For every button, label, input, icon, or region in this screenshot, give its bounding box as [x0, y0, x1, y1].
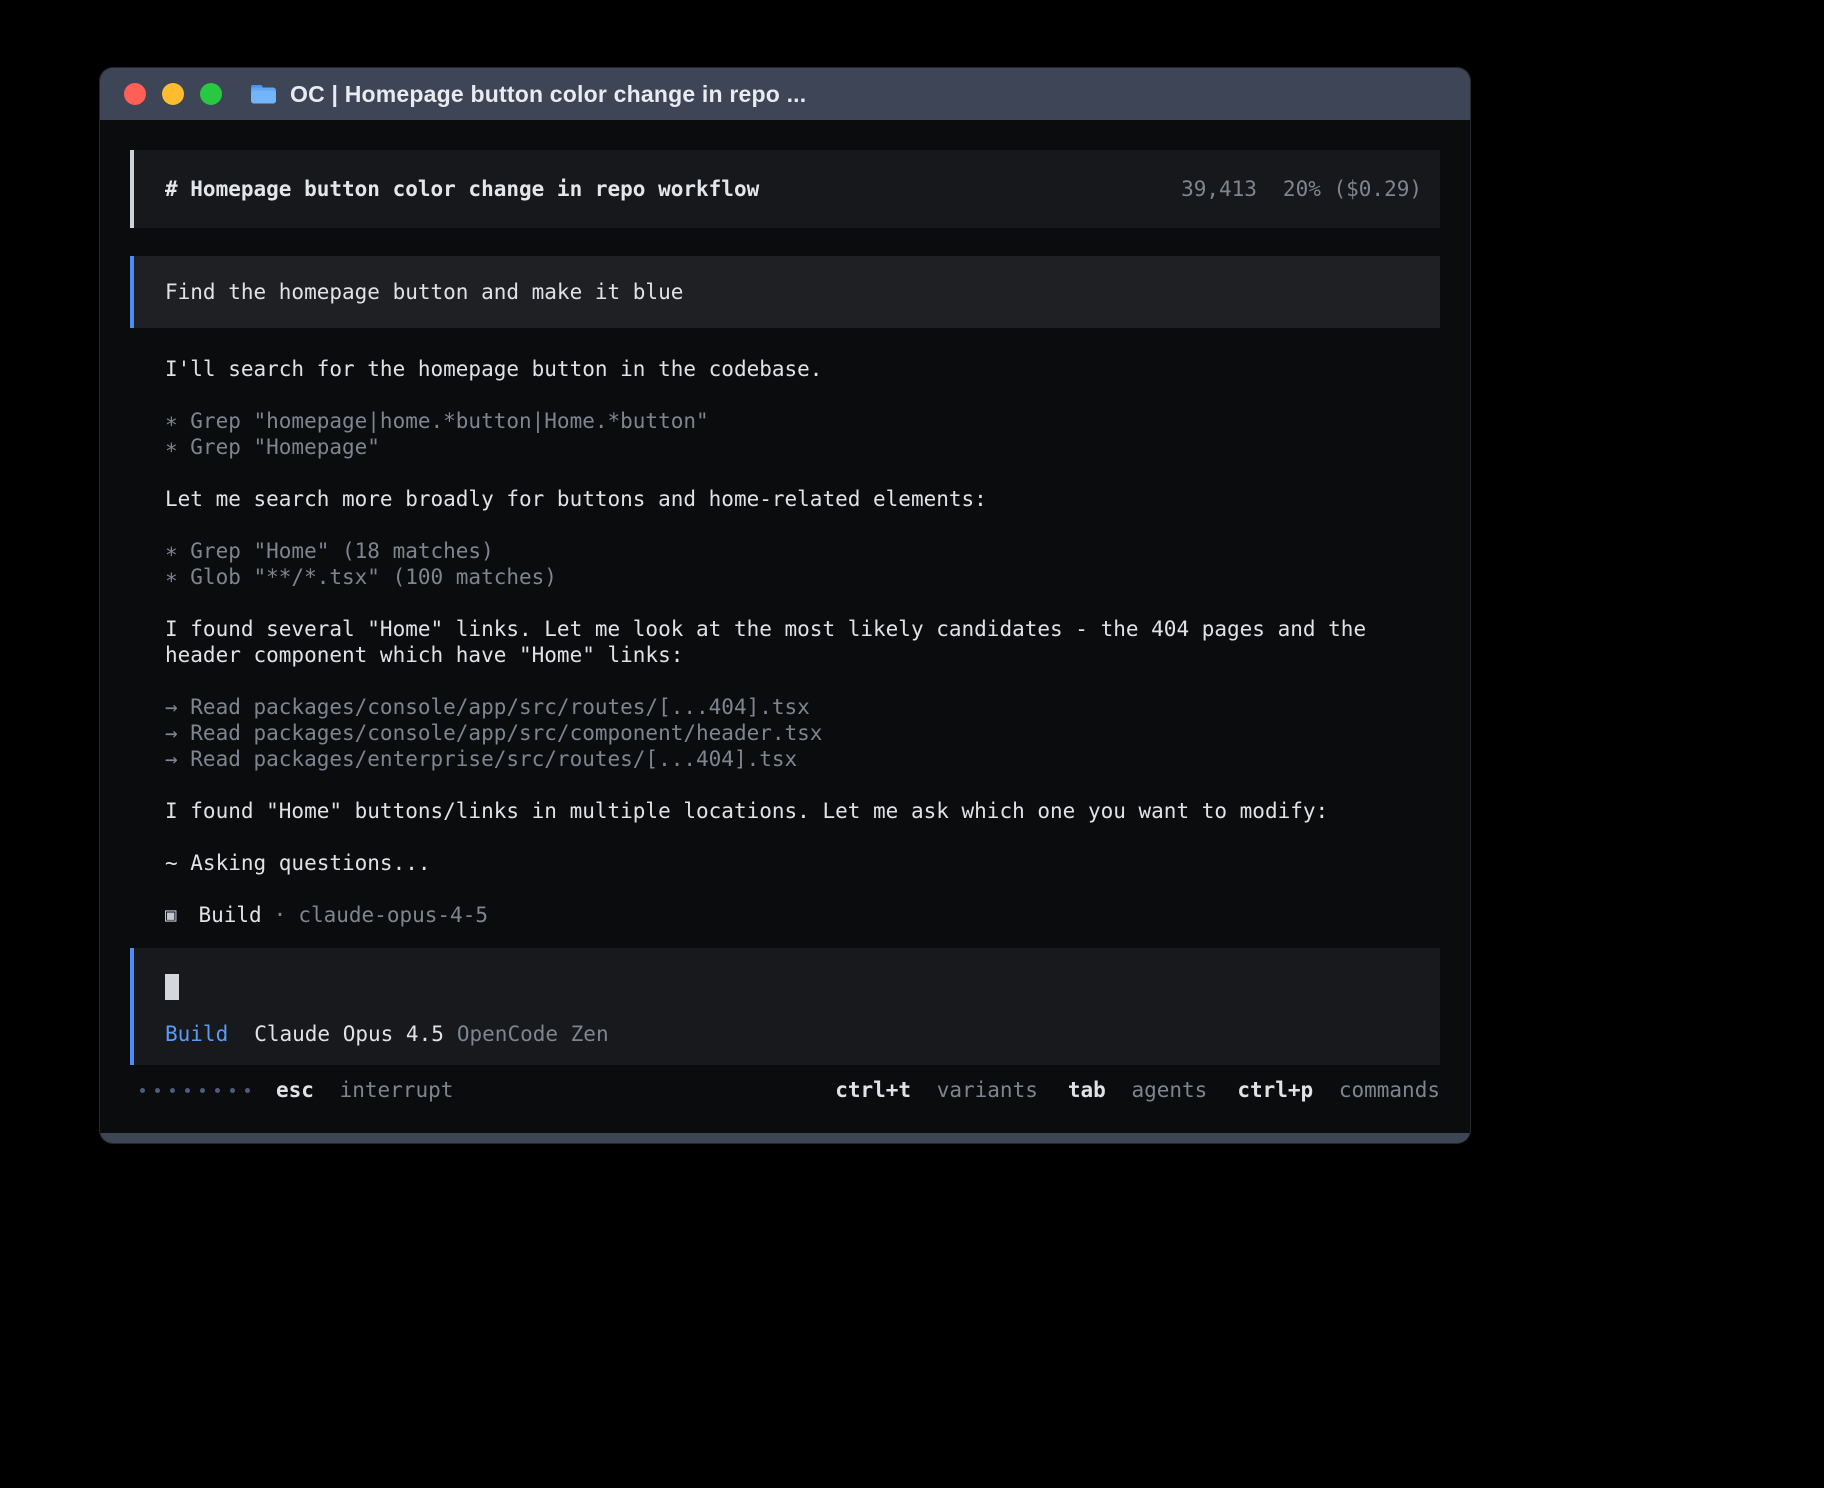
agent-name: Build [198, 902, 261, 928]
folder-icon [250, 83, 277, 105]
prompt-input[interactable]: Build Claude Opus 4.5 OpenCode Zen [130, 948, 1440, 1065]
tool-call-grep: ∗ Grep "Homepage" [165, 434, 1405, 460]
hint-commands: ctrl+p commands [1237, 1077, 1440, 1103]
user-message: Find the homepage button and make it blu… [130, 256, 1440, 328]
hint-commands-label: commands [1339, 1078, 1440, 1102]
status-text: ~ Asking questions... [165, 850, 1405, 876]
hint-interrupt-label: interrupt [340, 1078, 454, 1102]
transcript: I'll search for the homepage button in t… [130, 356, 1440, 928]
tool-call-read: → Read packages/console/app/src/componen… [165, 720, 1405, 746]
titlebar[interactable]: OC | Homepage button color change in rep… [100, 68, 1470, 120]
assistant-text: Let me search more broadly for buttons a… [165, 486, 1405, 512]
key-ctrl-p: ctrl+p [1237, 1078, 1313, 1102]
key-tab: tab [1068, 1078, 1106, 1102]
traffic-lights [124, 83, 222, 105]
token-count: 39,413 [1181, 176, 1257, 202]
hint-agents: tab agents [1068, 1077, 1207, 1103]
text-cursor [165, 974, 179, 1000]
agent-model: claude-opus-4-5 [298, 902, 488, 928]
assistant-text: I found several "Home" links. Let me loo… [165, 616, 1405, 668]
tool-call-read: → Read packages/console/app/src/routes/[… [165, 694, 1405, 720]
agent-mode-label[interactable]: Build [165, 1021, 228, 1047]
context-usage: 20% ($0.29) [1283, 176, 1422, 202]
session-stats: 39,413 20% ($0.29) [1181, 176, 1422, 202]
session-header: # Homepage button color change in repo w… [130, 150, 1440, 228]
minimize-button[interactable] [162, 83, 184, 105]
status-bar: esc interrupt ctrl+t variants tab agents… [130, 1077, 1440, 1103]
zoom-button[interactable] [200, 83, 222, 105]
terminal-window: OC | Homepage button color change in rep… [100, 68, 1470, 1143]
assistant-text: I found "Home" buttons/links in multiple… [165, 798, 1405, 824]
terminal-content: # Homepage button color change in repo w… [100, 120, 1470, 1133]
hint-agents-label: agents [1131, 1078, 1207, 1102]
assistant-text: I'll search for the homepage button in t… [165, 356, 1405, 382]
key-ctrl-t: ctrl+t [835, 1078, 911, 1102]
spinner-dots [140, 1088, 250, 1093]
agent-status-row: ▣ Build · claude-opus-4-5 [165, 902, 1440, 928]
provider-label: OpenCode Zen [457, 1021, 609, 1047]
agent-icon: ▣ [165, 902, 176, 928]
close-button[interactable] [124, 83, 146, 105]
dot-separator: · [274, 902, 287, 928]
window-title: OC | Homepage button color change in rep… [290, 81, 806, 108]
hint-variants: ctrl+t variants [835, 1077, 1038, 1103]
key-esc: esc [276, 1078, 314, 1102]
user-message-text: Find the homepage button and make it blu… [165, 279, 683, 305]
tool-call-glob: ∗ Glob "**/*.tsx" (100 matches) [165, 564, 1405, 590]
tool-call-grep: ∗ Grep "homepage|home.*button|Home.*butt… [165, 408, 1405, 434]
hint-interrupt: esc interrupt [276, 1077, 453, 1103]
tool-call-read: → Read packages/enterprise/src/routes/[.… [165, 746, 1405, 772]
hint-variants-label: variants [937, 1078, 1038, 1102]
tool-call-grep: ∗ Grep "Home" (18 matches) [165, 538, 1405, 564]
session-title: # Homepage button color change in repo w… [165, 176, 759, 202]
model-label[interactable]: Claude Opus 4.5 [254, 1021, 444, 1047]
